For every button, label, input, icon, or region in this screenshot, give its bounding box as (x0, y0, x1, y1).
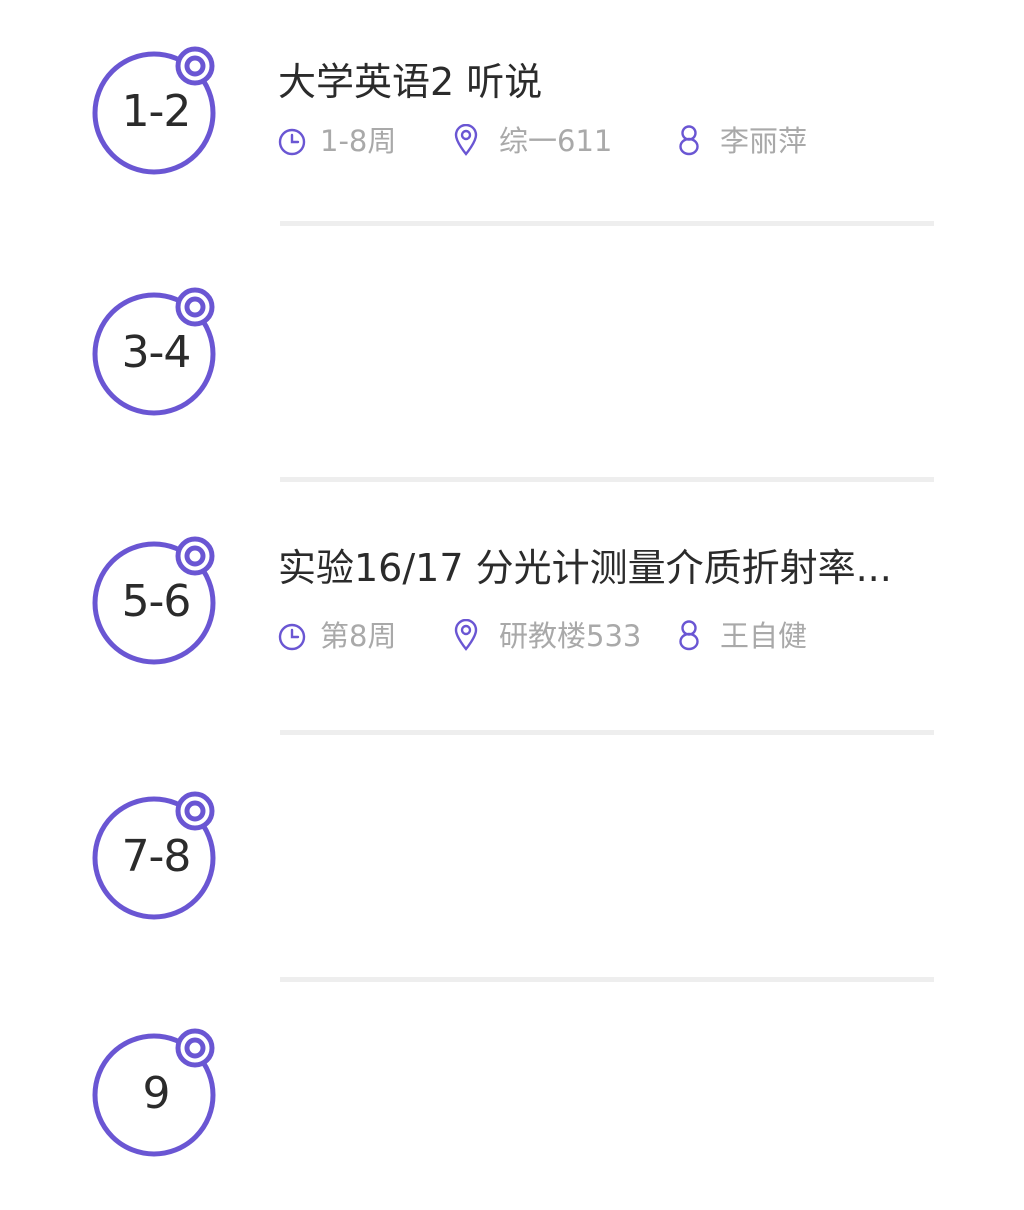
course-meta: 第8周 研教楼533 王自健 (278, 616, 878, 656)
schedule-slot[interactable]: 9 (0, 982, 1024, 1210)
course-room: 综一611 (499, 124, 613, 158)
period-label: 9 (142, 1068, 171, 1119)
course-weeks: 1-8周 (320, 124, 397, 158)
period-label: 3-4 (121, 327, 192, 378)
course-teacher: 王自健 (720, 619, 808, 653)
period-badge: 9 (92, 1024, 220, 1159)
period-badge: 7-8 (92, 787, 220, 922)
period-badge: 5-6 (92, 532, 220, 667)
location-pin-icon (454, 123, 478, 166)
clock-icon (278, 621, 306, 661)
person-icon (678, 619, 700, 661)
period-label: 7-8 (121, 831, 192, 882)
period-label: 5-6 (121, 576, 192, 627)
person-icon (678, 124, 700, 166)
course-teacher: 李丽萍 (720, 124, 808, 158)
location-pin-icon (454, 618, 478, 661)
schedule-slot[interactable]: 1-2 大学英语2 听说 1-8周 综一611 李丽萍 (0, 0, 1024, 228)
course-room: 研教楼533 (499, 619, 642, 653)
course-title[interactable]: 大学英语2 听说 (278, 57, 542, 107)
period-badge: 1-2 (92, 42, 220, 177)
divider (280, 221, 934, 226)
period-label: 1-2 (121, 86, 192, 137)
schedule-slot[interactable]: 5-6 实验16/17 分光计测量介质折射率... 第8周 研教楼533 王自健 (0, 482, 1024, 732)
clock-icon (278, 126, 306, 166)
course-title[interactable]: 实验16/17 分光计测量介质折射率... (278, 543, 938, 593)
schedule-slot[interactable]: 7-8 (0, 735, 1024, 980)
course-weeks: 第8周 (320, 619, 397, 653)
period-badge: 3-4 (92, 283, 220, 418)
schedule-slot[interactable]: 3-4 (0, 228, 1024, 478)
course-meta: 1-8周 综一611 李丽萍 (278, 121, 878, 161)
